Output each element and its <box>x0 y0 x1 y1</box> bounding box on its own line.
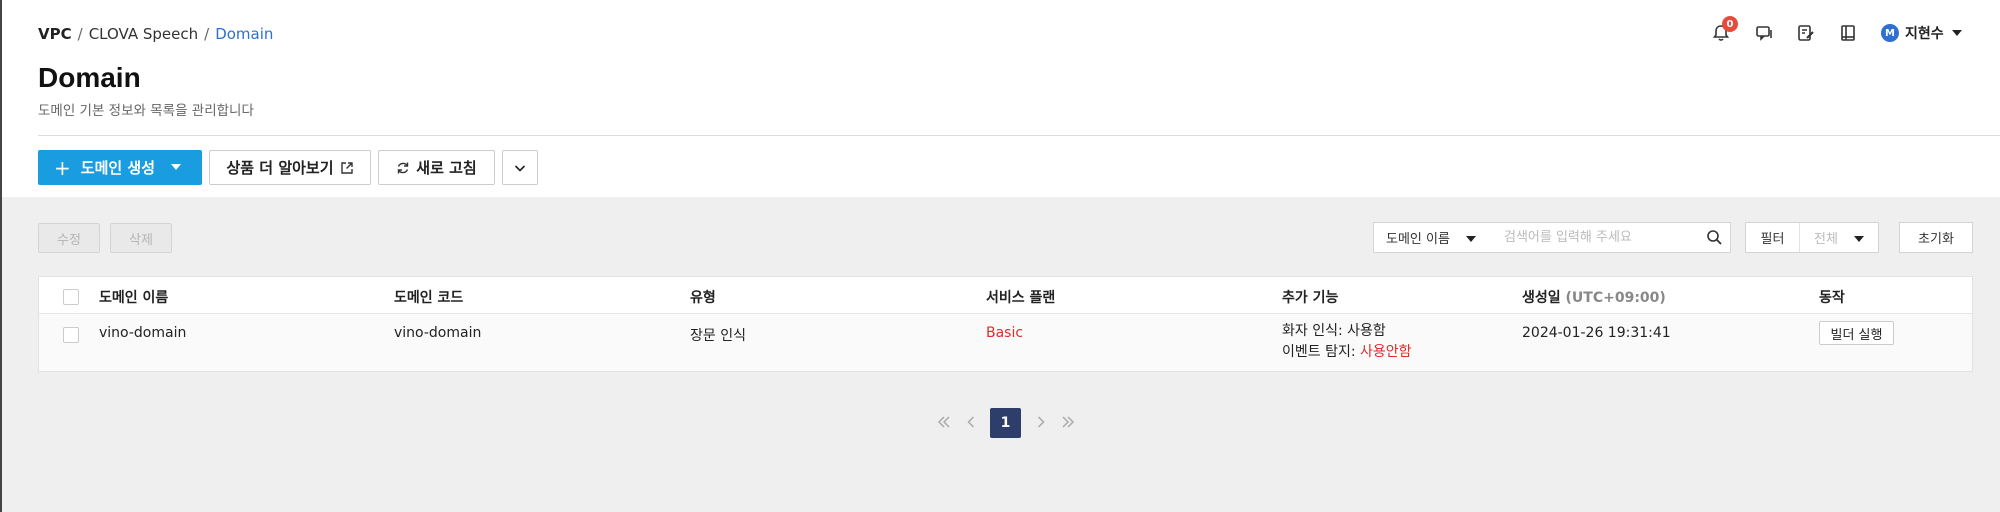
first-page-button[interactable] <box>934 410 954 434</box>
column-header-created[interactable]: 생성일 (UTC+09:00) <box>1522 287 1666 307</box>
feature-label: 이벤트 탐지: <box>1282 344 1361 360</box>
chevron-right-icon <box>1037 416 1045 428</box>
breadcrumb-domain[interactable]: Domain <box>215 25 273 43</box>
double-chevron-left-icon <box>937 416 950 428</box>
filter-value: 전체 <box>1814 232 1838 247</box>
user-name: 지현수 <box>1905 26 1944 42</box>
user-menu[interactable]: M 지현수 <box>1881 23 1962 43</box>
chevron-down-icon <box>1466 236 1476 242</box>
column-header-name[interactable]: 도메인 이름 <box>99 287 168 307</box>
window-edge <box>0 0 2 512</box>
page-subtitle: 도메인 기본 정보와 목록을 관리합니다 <box>38 103 254 119</box>
filter-label: 필터 <box>1746 223 1800 252</box>
column-header-action: 동작 <box>1819 290 1845 306</box>
domain-table: 도메인 이름 도메인 코드 유형 서비스 플랜 추가 기능 생성일 (UTC+0… <box>38 276 1973 372</box>
column-header-features[interactable]: 추가 기능 <box>1282 287 1338 307</box>
header-divider <box>38 135 2000 136</box>
chat-button[interactable] <box>1751 20 1777 46</box>
additional-features: 화자 인식: 사용함 이벤트 탐지: 사용안함 <box>1282 321 1412 363</box>
column-header-type[interactable]: 유형 <box>690 287 716 307</box>
page-title: Domain <box>38 62 141 93</box>
service-plan: Basic <box>986 325 1024 341</box>
breadcrumb-separator: / <box>77 25 83 43</box>
created-header-unit: (UTC+09:00) <box>1565 290 1666 306</box>
run-builder-button[interactable]: 빌더 실행 <box>1819 321 1894 345</box>
feature-speaker-recognition: 화자 인식: 사용함 <box>1282 321 1412 342</box>
filter-select[interactable]: 전체 <box>1800 223 1878 252</box>
dropdown-caret-icon <box>171 164 181 170</box>
chevron-down-icon <box>1854 236 1864 242</box>
delete-button[interactable]: 삭제 <box>110 223 172 253</box>
search-input[interactable] <box>1490 222 1731 253</box>
previous-page-button[interactable] <box>963 410 979 434</box>
search-field-select[interactable]: 도메인 이름 <box>1373 222 1491 253</box>
learn-more-button[interactable]: 상품 더 알아보기 <box>209 150 371 185</box>
column-header-code[interactable]: 도메인 코드 <box>394 287 463 307</box>
created-date: 2024-01-26 19:31:41 <box>1522 325 1671 341</box>
search-field-value: 도메인 이름 <box>1386 232 1450 247</box>
refresh-label: 새로 고침 <box>416 159 477 177</box>
column-header-plan[interactable]: 서비스 플랜 <box>986 287 1055 307</box>
breadcrumb-vpc[interactable]: VPC <box>38 25 72 43</box>
more-actions-button[interactable] <box>502 150 538 185</box>
row-checkbox[interactable] <box>63 327 79 343</box>
avatar: M <box>1881 24 1899 42</box>
edit-note-icon <box>1798 25 1814 41</box>
search-icon[interactable] <box>1706 229 1723 246</box>
create-domain-label: 도메인 생성 <box>80 159 155 177</box>
double-chevron-right-icon <box>1062 416 1075 428</box>
chevron-down-icon <box>1951 30 1962 36</box>
domain-type: 장문 인식 <box>690 328 746 344</box>
breadcrumb-separator: / <box>204 25 210 43</box>
created-header-label: 생성일 <box>1522 290 1561 306</box>
feature-value: 사용함 <box>1347 323 1386 339</box>
notification-badge: 0 <box>1722 16 1738 32</box>
learn-more-label: 상품 더 알아보기 <box>226 159 334 177</box>
memo-button[interactable] <box>1793 20 1819 46</box>
current-page[interactable]: 1 <box>990 408 1021 438</box>
table-header: 도메인 이름 도메인 코드 유형 서비스 플랜 추가 기능 생성일 (UTC+0… <box>39 277 1972 314</box>
filter-control: 필터 전체 <box>1745 222 1879 253</box>
domain-name: vino-domain <box>99 325 187 341</box>
reset-button[interactable]: 초기화 <box>1899 222 1973 253</box>
plus-icon: + <box>54 155 71 180</box>
select-all-checkbox[interactable] <box>63 289 79 305</box>
refresh-button[interactable]: 새로 고침 <box>378 150 495 185</box>
external-link-icon <box>340 161 353 174</box>
chevron-down-icon <box>514 164 526 172</box>
domain-code: vino-domain <box>394 325 482 341</box>
chat-icon <box>1756 26 1772 41</box>
refresh-icon <box>398 162 409 173</box>
last-page-button[interactable] <box>1058 410 1078 434</box>
breadcrumb-clova-speech[interactable]: CLOVA Speech <box>89 25 198 43</box>
book-icon <box>1841 25 1855 41</box>
next-page-button[interactable] <box>1033 410 1049 434</box>
guide-button[interactable] <box>1835 20 1861 46</box>
feature-label: 화자 인식: <box>1282 323 1348 339</box>
feature-value: 사용안함 <box>1360 344 1412 360</box>
chevron-left-icon <box>967 416 975 428</box>
feature-event-detection: 이벤트 탐지: 사용안함 <box>1282 342 1412 363</box>
table-row[interactable]: vino-domain vino-domain 장문 인식 Basic 화자 인… <box>39 314 1972 371</box>
page-header: VPC / CLOVA Speech / Domain Domain 도메인 기… <box>0 0 2000 197</box>
create-domain-button[interactable]: + 도메인 생성 <box>38 150 202 185</box>
breadcrumb: VPC / CLOVA Speech / Domain <box>38 25 273 43</box>
edit-button[interactable]: 수정 <box>38 223 100 253</box>
